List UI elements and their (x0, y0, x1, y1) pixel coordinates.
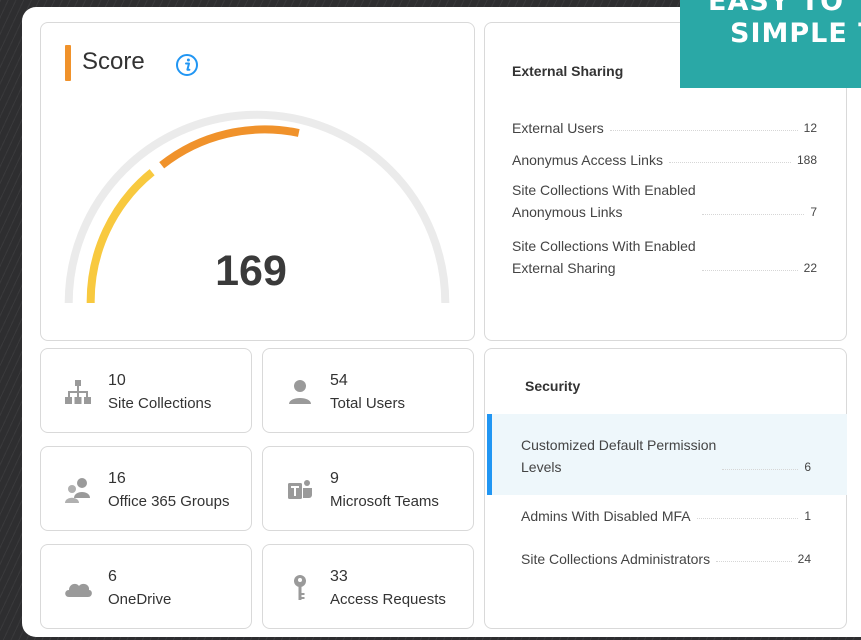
tile-onedrive[interactable]: 6 OneDrive (40, 544, 252, 629)
tile-office-365-groups[interactable]: 16 Office 365 Groups (40, 446, 252, 531)
promo-banner: EASY TO SIMPLE T (680, 0, 861, 88)
tile-label: Total Users (330, 395, 406, 412)
row-leader (696, 518, 799, 519)
tile-access-requests[interactable]: 33 Access Requests (262, 544, 474, 629)
teams-icon (288, 480, 312, 499)
row-leader (609, 130, 798, 131)
security-title: Security (525, 378, 581, 394)
admins-disabled-mfa-row[interactable]: Admins With Disabled MFA 1 (521, 505, 811, 527)
row-leader (716, 561, 792, 562)
row-value: 7 (810, 205, 817, 219)
tile-microsoft-teams[interactable]: 9 Microsoft Teams (262, 446, 474, 531)
row-leader (701, 214, 805, 215)
tile-value: 16 (108, 470, 126, 487)
tile-label: Microsoft Teams (330, 493, 439, 510)
tile-total-users[interactable]: 54 Total Users (262, 348, 474, 433)
score-card: Score 169 (40, 22, 475, 341)
row-label: Site Collections With Enabled Anonymous … (512, 182, 696, 220)
row-label: Site Collections With Enabled External S… (512, 238, 696, 276)
tile-value: 6 (108, 568, 117, 585)
row-value: 22 (803, 261, 817, 275)
tile-value: 33 (330, 568, 348, 585)
row-label: Admins With Disabled MFA (521, 508, 691, 524)
tile-value: 9 (330, 470, 339, 487)
external-sharing-site-collections-row[interactable]: Site Collections With Enabled External S… (512, 235, 817, 279)
cloud-icon (65, 583, 92, 597)
row-value: 6 (804, 460, 811, 474)
row-label: Anonymus Access Links (512, 152, 663, 168)
user-icon (289, 380, 311, 404)
group-icon (65, 478, 90, 503)
row-leader (701, 270, 798, 271)
tile-label: OneDrive (108, 591, 172, 608)
site-collection-admins-row[interactable]: Site Collections Administrators 24 (521, 548, 811, 570)
row-value: 24 (797, 552, 811, 566)
customized-permission-levels-row[interactable]: Customized Default Permission Levels 6 (521, 434, 811, 478)
row-leader (722, 469, 799, 470)
tile-label: Office 365 Groups (108, 493, 230, 510)
tile-value: 54 (330, 372, 348, 389)
banner-line-1: EASY TO (708, 0, 845, 17)
row-value: 12 (803, 121, 817, 135)
tile-label: Access Requests (330, 591, 446, 608)
anonymous-links-row[interactable]: Anonymus Access Links 188 (512, 149, 817, 171)
external-sharing-title: External Sharing (512, 63, 624, 79)
row-value: 188 (796, 153, 817, 167)
external-users-row[interactable]: External Users 12 (512, 117, 817, 139)
score-value: 169 (215, 247, 287, 295)
security-card: Security Customized Default Permission L… (484, 348, 847, 629)
banner-line-2: SIMPLE T (730, 18, 861, 49)
row-label: Site Collections Administrators (521, 551, 711, 567)
tile-value: 10 (108, 372, 126, 389)
row-leader (668, 162, 791, 163)
row-label: Customized Default Permission Levels (521, 437, 717, 475)
tile-label: Site Collections (108, 395, 212, 412)
sitemap-icon (65, 380, 91, 404)
tile-site-collections[interactable]: 10 Site Collections (40, 348, 252, 433)
key-icon (294, 575, 306, 600)
gauge-orange-arc (159, 125, 300, 169)
row-value: 1 (804, 509, 811, 523)
anonymous-site-collections-row[interactable]: Site Collections With Enabled Anonymous … (512, 179, 817, 223)
row-label: External Users (512, 120, 604, 136)
